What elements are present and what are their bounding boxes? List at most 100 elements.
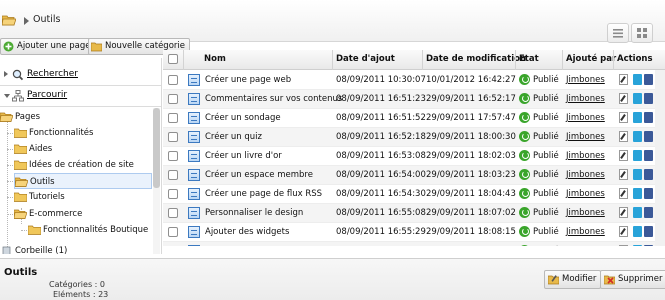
- row-state: Publié: [533, 75, 559, 85]
- facebook-icon[interactable]: [644, 74, 653, 85]
- list-view-button[interactable]: [607, 23, 629, 43]
- row-name[interactable]: Créer une page web: [205, 75, 291, 85]
- row-author[interactable]: Jimbones: [566, 170, 605, 180]
- edit-icon[interactable]: [619, 112, 628, 123]
- row-name[interactable]: Créer un quiz: [205, 132, 262, 142]
- edit-icon[interactable]: [619, 245, 628, 246]
- select-all-checkbox[interactable]: [168, 54, 178, 64]
- row-name[interactable]: Personnaliser le design: [205, 208, 303, 218]
- twitter-icon[interactable]: [633, 150, 642, 161]
- row-name[interactable]: Créer un sondage: [205, 113, 281, 123]
- facebook-icon[interactable]: [644, 112, 653, 123]
- column-header-date-added[interactable]: Date d'ajout: [336, 54, 395, 64]
- twitter-icon[interactable]: [633, 112, 642, 123]
- sitemap-icon: [12, 90, 24, 102]
- table-scrollbar[interactable]: [655, 70, 665, 246]
- row-author[interactable]: Jimbones: [566, 189, 605, 199]
- folder-delete-icon: [604, 275, 615, 285]
- row-date-added: 08/09/2011 16:52:18: [336, 132, 426, 142]
- facebook-icon[interactable]: [644, 150, 653, 161]
- table-row[interactable]: Créer un sondage 08/09/2011 16:51:52 29/09…: [163, 109, 665, 128]
- row-name[interactable]: Commentaires sur vos contenus: [205, 94, 342, 104]
- facebook-icon[interactable]: [644, 226, 653, 237]
- row-state: Publié: [533, 132, 559, 142]
- tree-scrollbar[interactable]: [153, 108, 160, 254]
- tree-scrollbar-thumb[interactable]: [153, 108, 160, 188]
- nav-search[interactable]: Rechercher: [0, 66, 161, 84]
- row-state: Publié: [533, 151, 559, 161]
- row-author[interactable]: Jimbones: [566, 227, 605, 237]
- nav-browse[interactable]: Parcourir: [0, 87, 161, 105]
- edit-icon[interactable]: [619, 207, 628, 218]
- row-checkbox[interactable]: [168, 227, 178, 237]
- table-row[interactable]: Créer un quiz 08/09/2011 16:52:18 29/09/20…: [163, 128, 665, 147]
- table-row[interactable]: Créer une page web 08/09/2011 10:30:07 10/…: [163, 71, 665, 90]
- row-checkbox[interactable]: [168, 189, 178, 199]
- row-name[interactable]: Créer un livre d'or: [205, 151, 282, 161]
- tree-item-selected[interactable]: Outils: [14, 173, 152, 189]
- row-author[interactable]: Jimbones: [566, 75, 605, 85]
- row-date-modified: 29/09/2011 18:07:02: [426, 208, 516, 218]
- list-view-icon: [613, 29, 623, 38]
- row-checkbox[interactable]: [168, 132, 178, 142]
- table-row[interactable]: Personnaliser vos mails08/09/2011 16:56:…: [163, 242, 665, 246]
- grid-view-button[interactable]: [631, 23, 653, 43]
- row-author[interactable]: Jimbones: [566, 94, 605, 104]
- row-checkbox[interactable]: [168, 170, 178, 180]
- facebook-icon[interactable]: [644, 245, 653, 246]
- facebook-icon[interactable]: [644, 188, 653, 199]
- twitter-icon[interactable]: [633, 93, 642, 104]
- table-row[interactable]: Commentaires sur vos contenus 08/09/2011 …: [163, 90, 665, 109]
- page-icon: [188, 226, 200, 238]
- row-name[interactable]: Créer une page de flux RSS: [205, 189, 322, 199]
- facebook-icon[interactable]: [644, 131, 653, 142]
- twitter-icon[interactable]: [633, 131, 642, 142]
- twitter-icon[interactable]: [633, 207, 642, 218]
- twitter-icon[interactable]: [633, 188, 642, 199]
- breadcrumb-current[interactable]: Outils: [33, 14, 60, 25]
- status-published-icon: [519, 93, 530, 104]
- twitter-icon[interactable]: [633, 245, 642, 246]
- delete-button[interactable]: Supprimer: [600, 270, 665, 289]
- table-row[interactable]: Personnaliser le design 08/09/2011 16:55:…: [163, 204, 665, 223]
- column-header-state[interactable]: Etat: [519, 54, 539, 64]
- twitter-icon[interactable]: [633, 169, 642, 180]
- row-author[interactable]: Jimbones: [566, 208, 605, 218]
- row-name[interactable]: Créer un espace membre: [205, 170, 313, 180]
- column-header-date-modified[interactable]: Date de modification: [426, 54, 526, 64]
- table-row[interactable]: Créer un espace membre 08/09/2011 16:54:0…: [163, 166, 665, 185]
- column-header-added-by[interactable]: Ajouté par: [566, 54, 616, 64]
- twitter-icon[interactable]: [633, 226, 642, 237]
- edit-icon[interactable]: [619, 150, 628, 161]
- details-title: Outils: [4, 267, 38, 278]
- row-checkbox[interactable]: [168, 75, 178, 85]
- row-author[interactable]: Jimbones: [566, 132, 605, 142]
- add-page-button[interactable]: Ajouter une page: [0, 38, 96, 55]
- tree-item-label: Fonctionnalités Boutique: [43, 225, 149, 235]
- edit-icon[interactable]: [619, 131, 628, 142]
- row-checkbox[interactable]: [168, 113, 178, 123]
- row-author[interactable]: Jimbones: [566, 151, 605, 161]
- table-row[interactable]: Créer un livre d'or 08/09/2011 16:53:08 29…: [163, 147, 665, 166]
- table-row[interactable]: Créer une page de flux RSS 08/09/2011 16:…: [163, 185, 665, 204]
- row-author[interactable]: Jimbones: [566, 113, 605, 123]
- edit-icon[interactable]: [619, 226, 628, 237]
- row-checkbox[interactable]: [168, 208, 178, 218]
- row-checkbox[interactable]: [168, 94, 178, 104]
- row-date-added: 08/09/2011 16:53:08: [336, 151, 426, 161]
- edit-icon[interactable]: [619, 93, 628, 104]
- row-checkbox[interactable]: [168, 151, 178, 161]
- row-name[interactable]: Ajouter des widgets: [205, 227, 289, 237]
- folder-icon: [28, 225, 41, 235]
- facebook-icon[interactable]: [644, 93, 653, 104]
- edit-icon[interactable]: [619, 74, 628, 85]
- table-row[interactable]: Ajouter des widgets 08/09/2011 16:55:29 29…: [163, 223, 665, 242]
- facebook-icon[interactable]: [644, 207, 653, 218]
- facebook-icon[interactable]: [644, 169, 653, 180]
- row-date-modified: 29/09/2011 18:03:23: [426, 170, 516, 180]
- edit-icon[interactable]: [619, 169, 628, 180]
- edit-icon[interactable]: [619, 188, 628, 199]
- column-header-name[interactable]: Nom: [204, 54, 226, 64]
- edit-button[interactable]: Modifier: [544, 270, 602, 289]
- twitter-icon[interactable]: [633, 74, 642, 85]
